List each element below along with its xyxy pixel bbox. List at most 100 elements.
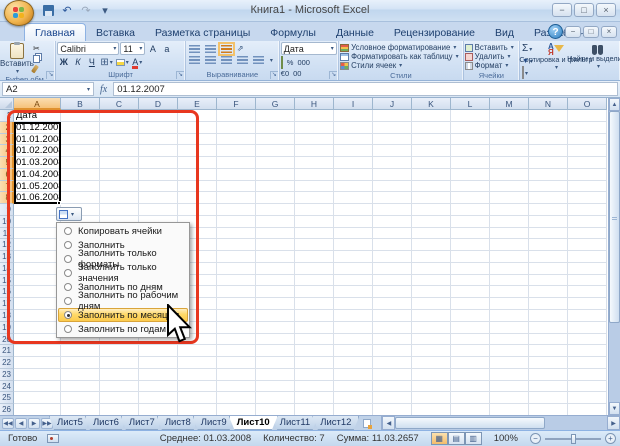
cell-D5[interactable] (139, 157, 178, 169)
cell-M9[interactable] (490, 204, 529, 216)
cell-A17[interactable] (14, 298, 61, 310)
cell-D8[interactable] (139, 192, 178, 204)
cell-F22[interactable] (217, 357, 256, 369)
cell-G2[interactable] (256, 122, 295, 134)
cell-G8[interactable] (256, 192, 295, 204)
cell-I20[interactable] (334, 334, 373, 346)
cell-K2[interactable] (412, 122, 451, 134)
cell-E7[interactable] (178, 181, 217, 193)
cell-O13[interactable] (568, 251, 607, 263)
cell-H18[interactable] (295, 310, 334, 322)
cell-J1[interactable] (373, 110, 412, 122)
cell-B4[interactable] (61, 145, 100, 157)
cell-N6[interactable] (529, 169, 568, 181)
cell-B21[interactable] (61, 345, 100, 357)
conditional-formatting-button[interactable]: Условное форматирование ▾ (340, 43, 462, 52)
cell-M12[interactable] (490, 239, 529, 251)
column-header-C[interactable]: C (100, 98, 139, 110)
cell-O16[interactable] (568, 286, 607, 298)
font-name-select[interactable]: Calibri▾ (57, 42, 119, 55)
cell-B3[interactable] (61, 134, 100, 146)
borders-button[interactable]: ⊞▾ (99, 56, 113, 68)
cell-M3[interactable] (490, 134, 529, 146)
cell-N5[interactable] (529, 157, 568, 169)
cell-M25[interactable] (490, 392, 529, 404)
cell-I19[interactable] (334, 322, 373, 334)
clipboard-dialog-launcher-icon[interactable]: ↘ (46, 71, 54, 79)
cell-I26[interactable] (334, 404, 373, 415)
cell-K18[interactable] (412, 310, 451, 322)
next-sheet-button[interactable]: ▶ (28, 418, 40, 429)
cell-C2[interactable] (100, 122, 139, 134)
cell-A22[interactable] (14, 357, 61, 369)
font-size-select[interactable]: 11▾ (120, 42, 145, 55)
cell-N16[interactable] (529, 286, 568, 298)
cell-B22[interactable] (61, 357, 100, 369)
cell-F17[interactable] (217, 298, 256, 310)
cell-C25[interactable] (100, 392, 139, 404)
cell-I5[interactable] (334, 157, 373, 169)
first-sheet-button[interactable]: ◀◀ (2, 418, 14, 429)
cell-L23[interactable] (451, 369, 490, 381)
cell-L13[interactable] (451, 251, 490, 263)
cell-F11[interactable] (217, 228, 256, 240)
cell-H8[interactable] (295, 192, 334, 204)
cell-styles-button[interactable]: Стили ячеек ▾ (340, 61, 462, 70)
row-header-2[interactable]: 2 (0, 122, 14, 134)
cell-A12[interactable] (14, 239, 61, 251)
insert-worksheet-button[interactable] (359, 416, 375, 430)
row-header-5[interactable]: 5 (0, 157, 14, 169)
delete-cells-button[interactable]: Удалить ▾ (465, 52, 518, 61)
cell-C26[interactable] (100, 404, 139, 415)
cell-N23[interactable] (529, 369, 568, 381)
cell-F13[interactable] (217, 251, 256, 263)
row-header-24[interactable]: 24 (0, 381, 14, 393)
cell-B6[interactable] (61, 169, 100, 181)
cell-F9[interactable] (217, 204, 256, 216)
row-header-23[interactable]: 23 (0, 369, 14, 381)
cell-L16[interactable] (451, 286, 490, 298)
cell-I6[interactable] (334, 169, 373, 181)
cell-M18[interactable] (490, 310, 529, 322)
cell-L6[interactable] (451, 169, 490, 181)
row-header-22[interactable]: 22 (0, 357, 14, 369)
cell-N4[interactable] (529, 145, 568, 157)
cell-K15[interactable] (412, 275, 451, 287)
cell-F14[interactable] (217, 263, 256, 275)
cell-G23[interactable] (256, 369, 295, 381)
cell-C8[interactable] (100, 192, 139, 204)
tab-formulas[interactable]: Формулы (260, 24, 326, 41)
cell-F16[interactable] (217, 286, 256, 298)
cell-H14[interactable] (295, 263, 334, 275)
cell-E1[interactable] (178, 110, 217, 122)
format-as-table-button[interactable]: Форматировать как таблицу ▾ (340, 52, 462, 61)
cell-K11[interactable] (412, 228, 451, 240)
column-header-N[interactable]: N (529, 98, 568, 110)
scroll-left-icon[interactable]: ◀ (382, 416, 395, 430)
cell-M23[interactable] (490, 369, 529, 381)
cell-L14[interactable] (451, 263, 490, 275)
cell-A24[interactable] (14, 381, 61, 393)
cell-C1[interactable] (100, 110, 139, 122)
cell-H21[interactable] (295, 345, 334, 357)
cell-G26[interactable] (256, 404, 295, 415)
cell-G13[interactable] (256, 251, 295, 263)
row-header-6[interactable]: 6 (0, 169, 14, 181)
cell-J22[interactable] (373, 357, 412, 369)
cell-J21[interactable] (373, 345, 412, 357)
cell-I15[interactable] (334, 275, 373, 287)
cell-I12[interactable] (334, 239, 373, 251)
cell-A19[interactable] (14, 322, 61, 334)
cell-O2[interactable] (568, 122, 607, 134)
cell-B1[interactable] (61, 110, 100, 122)
comma-style-button[interactable]: 000 (297, 58, 310, 67)
workbook-restore-button[interactable]: □ (583, 26, 599, 38)
tab-review[interactable]: Рецензирование (384, 24, 485, 41)
cell-L2[interactable] (451, 122, 490, 134)
shrink-font-button[interactable]: а (160, 43, 173, 55)
cell-B26[interactable] (61, 404, 100, 415)
cell-E8[interactable] (178, 192, 217, 204)
cell-E6[interactable] (178, 169, 217, 181)
cell-F21[interactable] (217, 345, 256, 357)
cell-O22[interactable] (568, 357, 607, 369)
